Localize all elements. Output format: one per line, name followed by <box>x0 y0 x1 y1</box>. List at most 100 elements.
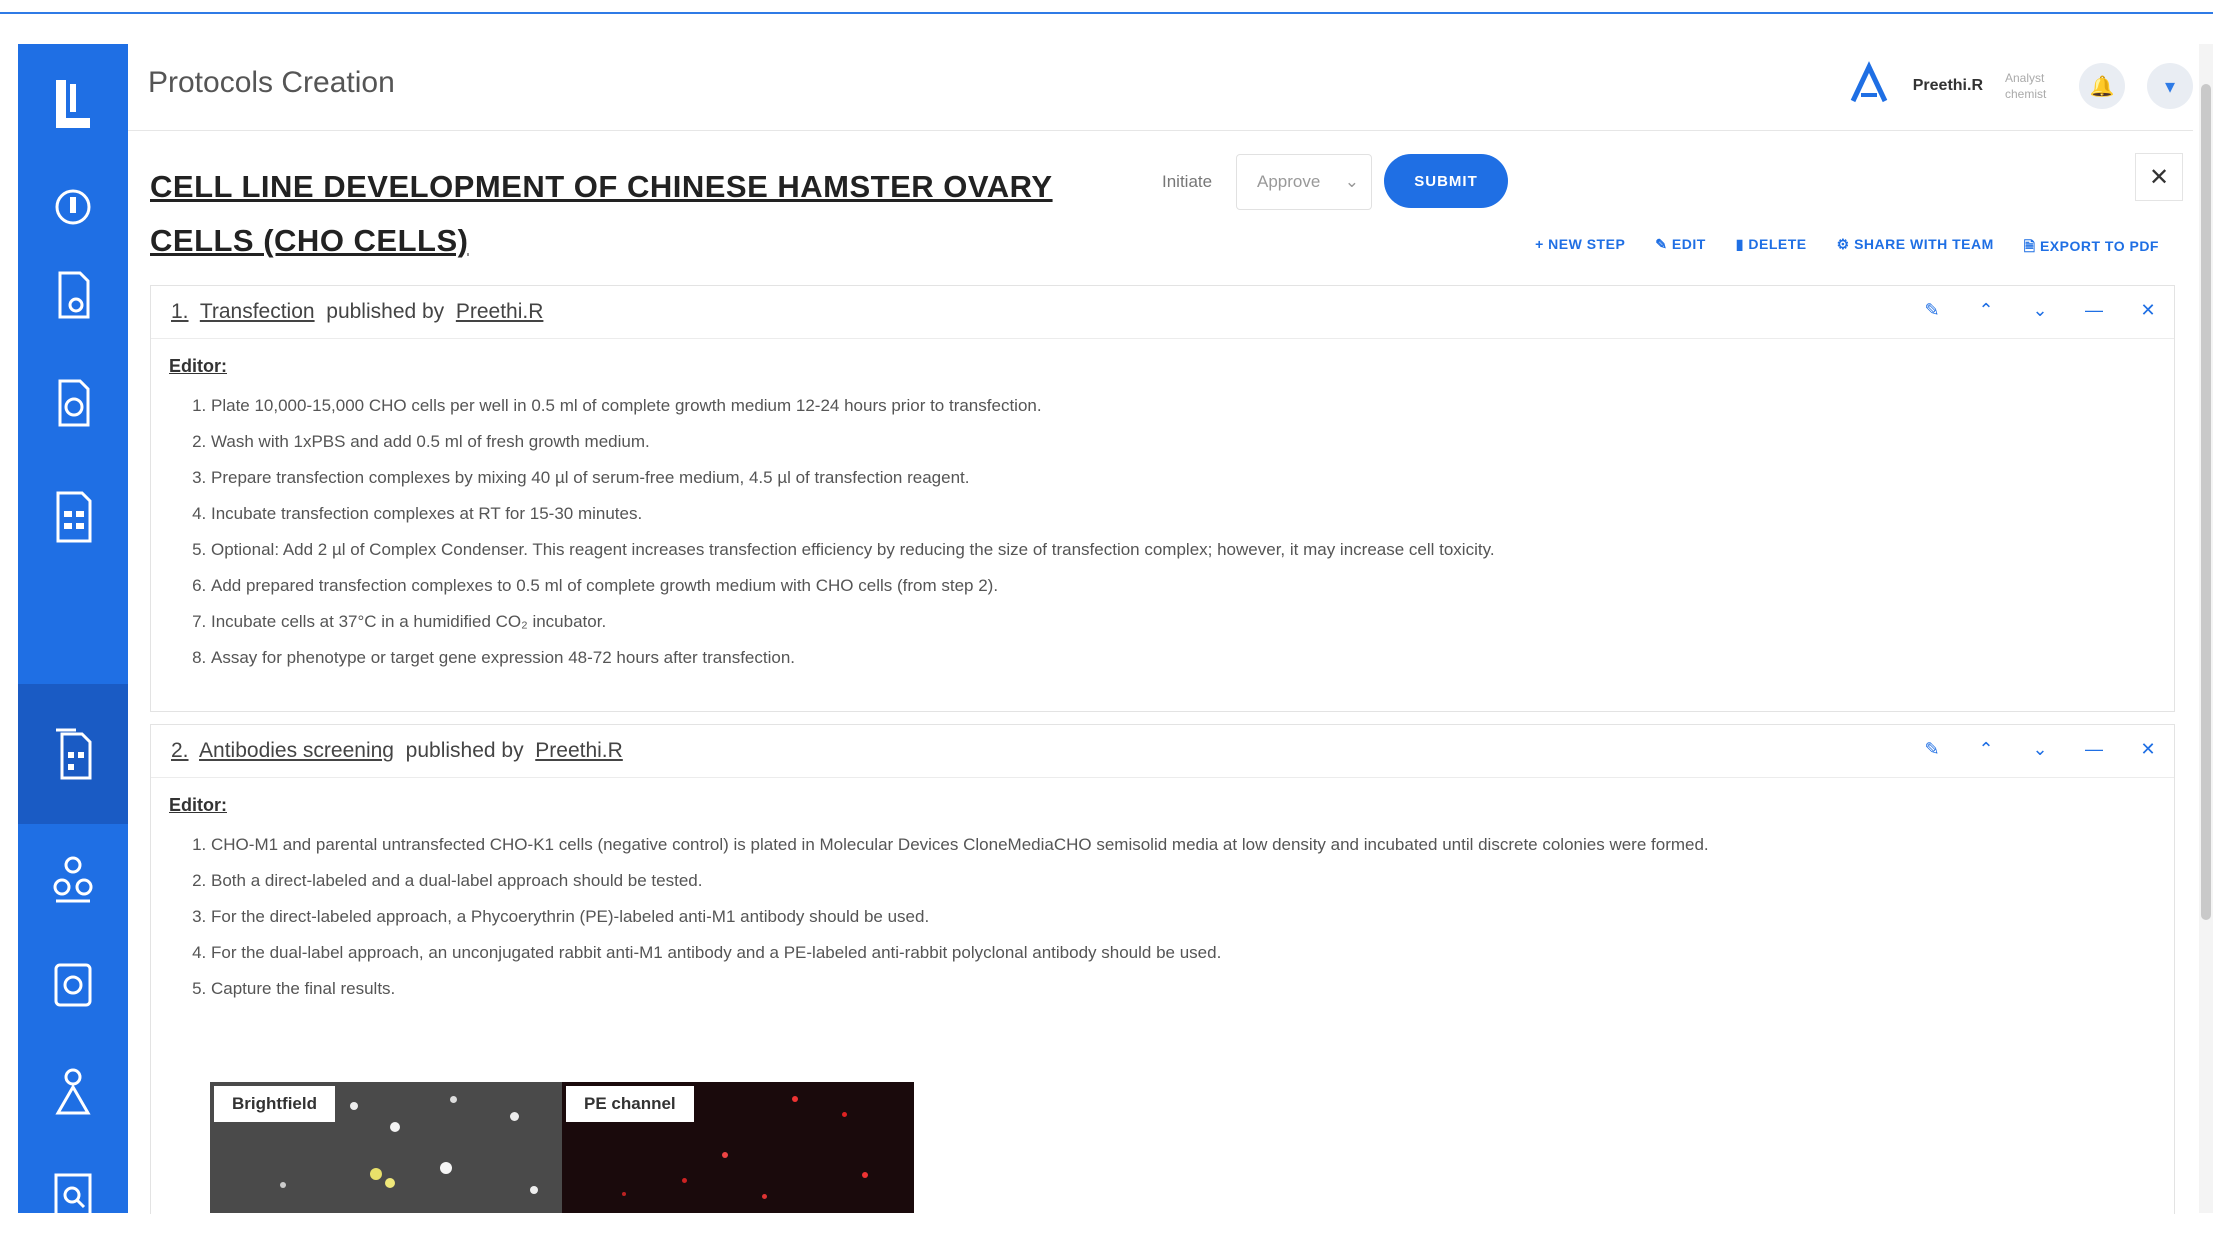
minimize-icon: — <box>2085 299 2103 320</box>
share-icon: ⚙ <box>1836 236 1855 252</box>
sidebar-item-lab[interactable] <box>18 940 128 1030</box>
new-step-button[interactable]: + NEW STEP <box>1535 236 1625 260</box>
list-item: Incubate transfection complexes at RT fo… <box>211 496 1495 532</box>
initiate-label: Initiate <box>1162 172 1213 191</box>
step-number: 1. <box>171 300 189 323</box>
close-icon: ✕ <box>2148 163 2170 191</box>
edit-step-button[interactable]: ✎ <box>1916 733 1948 765</box>
result-images: Brightfield PE channel <box>210 1082 914 1213</box>
step-title: 1. Transfection published by Preethi.R <box>171 300 543 324</box>
protocol-toolbar: + NEW STEP ✎ EDIT ▮ DELETE ⚙ SHARE WITH … <box>1535 236 2159 260</box>
delete-button[interactable]: ▮ DELETE <box>1736 236 1807 260</box>
move-down-button[interactable]: ⌄ <box>2024 733 2056 765</box>
sidebar-item-document-settings[interactable] <box>18 358 128 448</box>
list-item: Optional: Add 2 µl of Complex Condenser.… <box>211 532 1495 568</box>
list-item: Wash with 1xPBS and add 0.5 ml of fresh … <box>211 424 1495 460</box>
user-menu-button[interactable]: ▾ <box>2147 63 2193 109</box>
minimize-step-button[interactable]: — <box>2078 294 2110 326</box>
chevron-down-icon: ⌄ <box>1344 172 1359 191</box>
step-number: 2. <box>171 739 189 762</box>
cell-dot <box>390 1122 400 1132</box>
published-by-label: published by <box>405 739 524 762</box>
trash-icon: ▮ <box>1735 236 1749 252</box>
lab-icon <box>54 963 92 1007</box>
cell-dot <box>350 1102 358 1110</box>
move-up-button[interactable]: ⌃ <box>1970 294 2002 326</box>
scrollbar-thumb[interactable] <box>2201 84 2211 920</box>
edit-label: EDIT <box>1671 236 1706 252</box>
vertical-scrollbar[interactable] <box>2199 44 2213 1213</box>
chevron-down-icon: ⌄ <box>2032 299 2048 320</box>
list-item: Add prepared transfection complexes to 0… <box>211 568 1495 604</box>
image-label: Brightfield <box>214 1086 335 1122</box>
minimize-icon: — <box>2085 738 2103 759</box>
sidebar-item-protocols[interactable] <box>18 684 128 824</box>
sidebar <box>18 44 128 1217</box>
user-name[interactable]: Preethi.R <box>1913 77 1983 95</box>
cell-dot <box>682 1178 687 1183</box>
sidebar-item-experiments[interactable] <box>18 834 128 924</box>
cell-dot <box>450 1096 457 1103</box>
image-label: PE channel <box>566 1086 694 1122</box>
cell-dot <box>280 1182 286 1188</box>
document-list-icon <box>56 491 92 543</box>
cell-dot <box>622 1192 626 1196</box>
close-icon: ✕ <box>2140 299 2156 320</box>
protocol-title: CELL LINE DEVELOPMENT OF CHINESE HAMSTER… <box>150 169 1053 258</box>
step-name[interactable]: Transfection <box>200 300 315 323</box>
dashboard-icon <box>55 189 91 225</box>
list-item: Prepare transfection complexes by mixing… <box>211 460 1495 496</box>
edit-step-button[interactable]: ✎ <box>1916 294 1948 326</box>
editor-label: Editor: <box>169 356 227 376</box>
remove-step-button[interactable]: ✕ <box>2132 294 2164 326</box>
list-item: Incubate cells at 37°C in a humidified C… <box>211 604 1495 640</box>
logo-icon[interactable] <box>46 74 100 134</box>
step-controls: ✎ ⌃ ⌄ — ✕ <box>1916 294 2164 326</box>
share-with-team-button[interactable]: ⚙ SHARE WITH TEAM <box>1837 236 1994 260</box>
edit-button[interactable]: ✎ EDIT <box>1655 236 1706 260</box>
pencil-icon: ✎ <box>1924 299 1940 320</box>
cell-dot <box>792 1096 798 1102</box>
editor-label: Editor: <box>169 795 227 815</box>
initiate-select[interactable]: Approve ⌄ <box>1236 154 1372 210</box>
cell-dot <box>530 1186 538 1194</box>
step-header: 2. Antibodies screening published by Pre… <box>151 725 2174 778</box>
step-controls: ✎ ⌃ ⌄ — ✕ <box>1916 733 2164 765</box>
remove-step-button[interactable]: ✕ <box>2132 733 2164 765</box>
sidebar-item-team[interactable] <box>18 1046 128 1136</box>
document-gear-icon <box>58 379 90 427</box>
cell-dot <box>385 1178 395 1188</box>
cell-dot <box>842 1112 847 1117</box>
sidebar-item-search-documents[interactable] <box>18 1150 128 1240</box>
submit-button[interactable]: SUBMIT <box>1384 154 1508 208</box>
sidebar-item-documents[interactable] <box>18 250 128 340</box>
move-up-button[interactable]: ⌃ <box>1970 733 2002 765</box>
step-title: 2. Antibodies screening published by Pre… <box>171 739 623 763</box>
cell-dot <box>440 1162 452 1174</box>
step-instructions: Plate 10,000-15,000 CHO cells per well i… <box>175 388 1495 676</box>
sidebar-item-dashboard[interactable] <box>18 162 128 252</box>
step-author[interactable]: Preethi.R <box>456 300 544 323</box>
search-document-icon <box>54 1173 92 1217</box>
bell-icon: 🔔 <box>2089 75 2115 98</box>
pdf-icon: 🗎 <box>2023 238 2040 254</box>
document-icon <box>58 271 90 319</box>
close-button[interactable]: ✕ <box>2135 153 2183 201</box>
pencil-icon: ✎ <box>1924 738 1940 759</box>
pencil-icon: ✎ <box>1655 236 1672 252</box>
header-right: Preethi.R Analyst chemist 🔔 ▾ <box>1847 56 2193 116</box>
delete-label: DELETE <box>1748 236 1807 252</box>
cell-dot <box>370 1168 382 1180</box>
app-header: Protocols Creation Preethi.R Analyst che… <box>128 44 2193 131</box>
export-pdf-button[interactable]: 🗎 EXPORT TO PDF <box>2024 236 2159 260</box>
minimize-step-button[interactable]: — <box>2078 733 2110 765</box>
step-author[interactable]: Preethi.R <box>535 739 623 762</box>
move-down-button[interactable]: ⌄ <box>2024 294 2056 326</box>
share-label: SHARE WITH TEAM <box>1854 236 1994 252</box>
page-title: Protocols Creation <box>148 66 395 99</box>
protocol-icon <box>56 728 92 780</box>
list-item: Capture the final results. <box>211 971 1709 1007</box>
step-name[interactable]: Antibodies screening <box>199 739 394 762</box>
sidebar-item-document-list[interactable] <box>18 472 128 562</box>
notifications-button[interactable]: 🔔 <box>2079 63 2125 109</box>
